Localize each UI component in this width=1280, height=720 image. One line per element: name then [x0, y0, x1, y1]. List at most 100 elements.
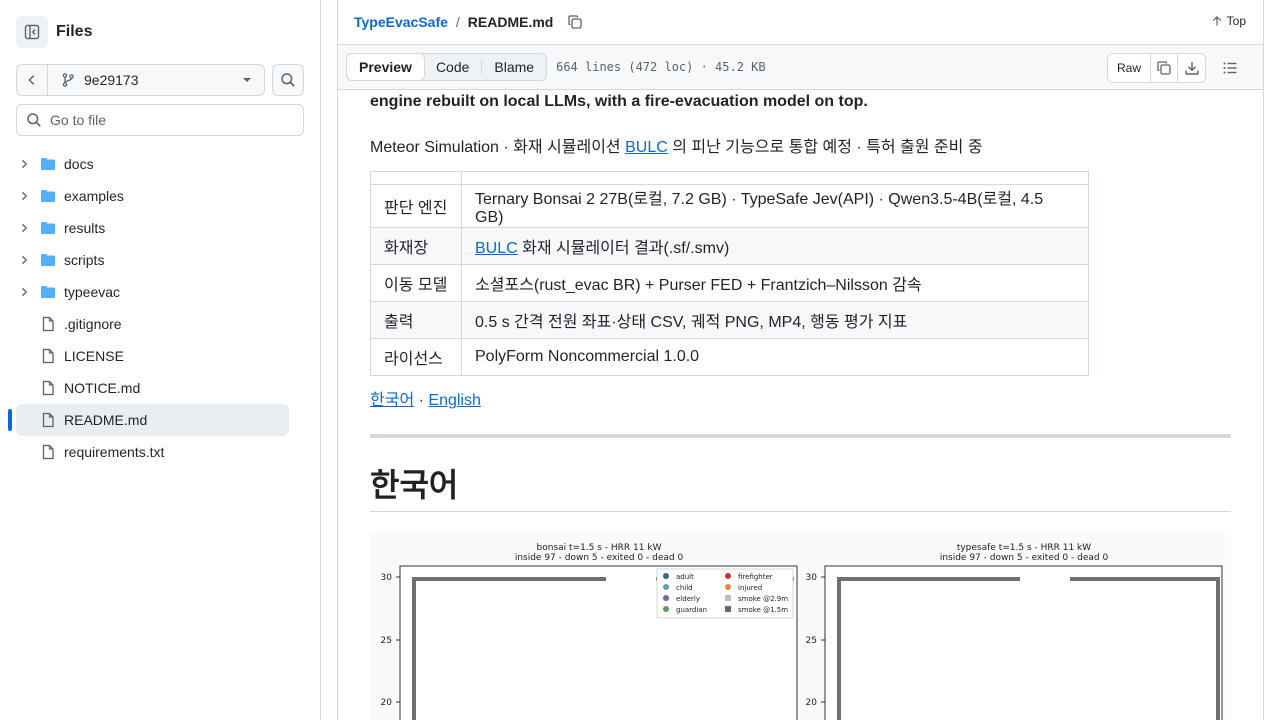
tree-item-scripts[interactable]: scripts	[16, 244, 289, 276]
copy-icon	[568, 15, 583, 29]
chevron-right-icon[interactable]	[16, 254, 32, 266]
table-header-cell	[370, 171, 462, 185]
table-row: 출력 0.5 s 간격 전원 좌표·상태 CSV, 궤적 PNG, MP4, 행…	[370, 301, 1089, 339]
download-icon	[1184, 62, 1199, 75]
tree-item-label: .gitignore	[64, 316, 122, 332]
chevron-right-icon[interactable]	[16, 286, 32, 298]
tree-item-label: results	[64, 220, 106, 236]
left-plot-title: bonsai t=1.5 s - HRR 11 kW	[537, 543, 662, 553]
file-sidebar: Files 9e29173 docs examp	[0, 0, 321, 720]
table-row: 화재장 BULC 화재 시뮬레이터 결과(.sf/.smv)	[370, 227, 1089, 265]
file-view: TypeEvacSafe / README.md Top Preview Cod…	[337, 0, 1264, 720]
section-heading: 한국어	[370, 467, 459, 503]
breadcrumb-separator: /	[455, 14, 460, 30]
raw-button[interactable]: Raw	[1108, 54, 1151, 82]
tab-blame[interactable]: Blame	[482, 54, 546, 80]
legend-label-guardian: guardian	[676, 606, 707, 614]
simulation-figure: bonsai t=1.5 s - HRR 11 kW inside 97 - d…	[370, 531, 1231, 720]
active-indicator	[8, 409, 12, 431]
table-value: Ternary Bonsai 2 27B(로컬, 7.2 GB) · TypeS…	[461, 184, 1089, 228]
korean-link[interactable]: 한국어	[370, 392, 414, 409]
copy-raw-button[interactable]	[1151, 54, 1178, 82]
sidebar-header: Files	[16, 16, 92, 48]
file-icon	[40, 444, 56, 460]
copy-icon	[1157, 61, 1171, 75]
bulc-link[interactable]: BULC	[625, 139, 668, 156]
tree-item-label: README.md	[64, 412, 148, 428]
legend-marker-smoke-high	[725, 595, 731, 601]
back-to-top-link[interactable]: Top	[1211, 14, 1246, 28]
tab-code[interactable]: Code	[424, 54, 481, 80]
breadcrumb-repo-link[interactable]: TypeEvacSafe	[354, 14, 448, 30]
outline-button[interactable]	[1214, 53, 1246, 83]
tree-item-typeevac[interactable]: typeevac	[16, 276, 289, 308]
legend-marker-injured	[725, 584, 731, 590]
caret-down-icon	[243, 78, 251, 82]
tree-item-requirements[interactable]: requirements.txt	[16, 436, 289, 468]
download-button[interactable]	[1178, 54, 1205, 82]
table-key: 출력	[370, 301, 462, 339]
sidebar-collapse-icon	[24, 24, 40, 40]
table-value-text: 화재 시뮬레이터 결과(.sf/.smv)	[517, 240, 730, 257]
tree-item-label: scripts	[64, 252, 105, 268]
toolbar-actions: Raw	[1106, 53, 1246, 83]
search-button[interactable]	[272, 64, 304, 96]
branch-name: 9e29173	[84, 72, 139, 88]
table-row: 판단 엔진 Ternary Bonsai 2 27B(로컬, 7.2 GB) ·…	[370, 184, 1089, 228]
tab-preview[interactable]: Preview	[346, 53, 425, 81]
tree-item-docs[interactable]: docs	[16, 148, 289, 180]
search-icon	[27, 113, 41, 127]
right-plot-title: typesafe t=1.5 s - HRR 11 kW	[957, 543, 1091, 553]
tree-item-readme[interactable]: README.md	[8, 404, 289, 436]
go-to-file-input[interactable]	[50, 112, 290, 128]
branch-row: 9e29173	[16, 64, 304, 96]
list-unordered-icon	[1223, 62, 1237, 74]
file-toolbar: Preview Code Blame 664 lines (472 loc) ·…	[338, 45, 1263, 90]
y-tick-label: 20	[806, 698, 818, 708]
table-value: 소셜포스(rust_evac BR) + Purser FED + Frantz…	[461, 264, 1089, 302]
legend-label-smoke-high: smoke @2.9m	[738, 595, 788, 603]
table-key: 라이선스	[370, 338, 462, 376]
legend-label-injured: injured	[738, 584, 762, 592]
simulation-plot: bonsai t=1.5 s - HRR 11 kW inside 97 - d…	[381, 543, 1223, 720]
legend-marker-child	[663, 584, 669, 590]
tree-item-examples[interactable]: examples	[16, 180, 289, 212]
file-action-group: Raw	[1106, 53, 1206, 83]
tree-item-notice[interactable]: NOTICE.md	[16, 372, 289, 404]
right-plot-subtitle: inside 97 - down 5 - exited 0 - dead 0	[940, 553, 1109, 563]
tree-item-results[interactable]: results	[16, 212, 289, 244]
folder-icon	[40, 156, 56, 172]
file-header: TypeEvacSafe / README.md Top	[338, 0, 1263, 45]
english-link[interactable]: English	[428, 392, 480, 409]
chevron-right-icon[interactable]	[16, 158, 32, 170]
legend-label-child: child	[676, 584, 693, 592]
tree-item-gitignore[interactable]: .gitignore	[16, 308, 289, 340]
table-key: 화재장	[370, 227, 462, 265]
collapse-sidebar-button[interactable]	[16, 16, 48, 48]
summary-table: 판단 엔진 Ternary Bonsai 2 27B(로컬, 7.2 GB) ·…	[370, 171, 1089, 376]
table-value: PolyForm Noncommercial 1.0.0	[461, 338, 1089, 376]
chevron-right-icon[interactable]	[16, 190, 32, 202]
tree-item-license[interactable]: LICENSE	[16, 340, 289, 372]
copy-path-button[interactable]	[567, 14, 583, 30]
table-key: 이동 모델	[370, 264, 462, 302]
intro-tagline: engine rebuilt on local LLMs, with a fir…	[370, 93, 868, 110]
table-key: 판단 엔진	[370, 184, 462, 228]
chevron-right-icon[interactable]	[16, 222, 32, 234]
legend-marker-firefighter	[725, 573, 731, 579]
intro-text: Meteor Simulation · 화재 시뮬레이션	[370, 139, 626, 156]
folder-icon	[40, 252, 56, 268]
branch-selector[interactable]: 9e29173	[48, 65, 264, 95]
y-tick-label: 25	[381, 636, 392, 646]
table-header-cell	[461, 171, 1089, 185]
legend-label-elderly: elderly	[676, 595, 700, 603]
search-icon	[281, 73, 295, 87]
y-tick-label: 25	[806, 636, 817, 646]
bulc-link[interactable]: BULC	[475, 240, 518, 257]
tree-item-label: LICENSE	[64, 348, 124, 364]
legend-label-firefighter: firefighter	[738, 573, 773, 581]
go-to-file-field[interactable]	[16, 104, 304, 136]
intro-line: Meteor Simulation · 화재 시뮬레이션 BULC 의 피난 기…	[370, 133, 983, 157]
language-switcher: 한국어 · English	[370, 386, 481, 410]
back-button[interactable]	[17, 65, 48, 95]
